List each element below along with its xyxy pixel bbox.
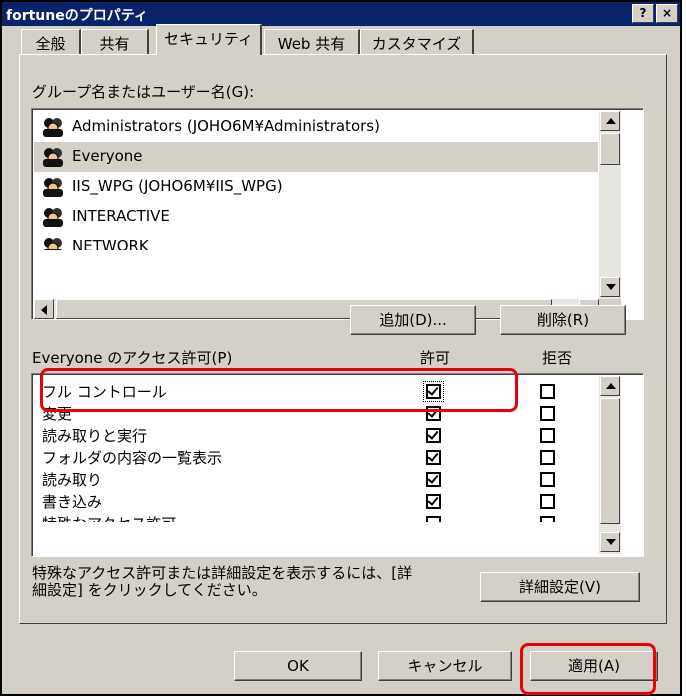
list-item[interactable]: NETWORK [34,232,598,250]
permission-row: 特殊なアクセス許可 [32,512,592,522]
arrow-down-icon [606,539,616,545]
list-item-label: IIS_WPG (JOHO6M¥IIS_WPG) [72,177,283,195]
allow-header: 許可 [420,349,451,367]
users-icon [43,208,63,227]
allow-checkbox[interactable] [426,494,441,509]
list-item-selected[interactable]: Everyone [34,142,598,172]
properties-dialog: fortuneのプロパティ ? × 全般 共有 セキュリティ Web 共有 カス… [0,0,682,696]
arrow-down-icon [606,284,616,290]
list-item[interactable]: Administrators (JOHO6M¥Administrators) [34,112,598,142]
users-icon [43,238,63,250]
arrow-left-icon [41,305,47,315]
users-icon [43,178,63,197]
list-item-label: Administrators (JOHO6M¥Administrators) [72,117,380,135]
list-item[interactable]: IIS_WPG (JOHO6M¥IIS_WPG) [34,172,598,202]
list-item[interactable]: INTERACTIVE [34,202,598,232]
scroll-down-button[interactable] [600,277,620,297]
permission-row: フォルダの内容の一覧表示 [32,446,592,468]
tab-customize[interactable]: カスタマイズ [360,29,474,55]
remove-button[interactable]: 削除(R) [500,305,626,335]
permissions-vscrollbar[interactable] [599,376,621,554]
title-bar[interactable]: fortuneのプロパティ ? × [2,2,680,26]
tab-sharing[interactable]: 共有 [81,29,149,55]
scroll-thumb[interactable] [600,398,620,524]
permission-row: 読み取り [32,468,592,490]
help-button[interactable]: ? [632,4,654,23]
permissions-label: Everyone のアクセス許可(P) [32,349,233,367]
close-button[interactable]: × [656,4,678,23]
deny-checkbox[interactable] [540,428,555,443]
highlight-full-control [40,368,518,412]
scroll-thumb[interactable] [600,133,620,165]
scroll-down-button[interactable] [600,532,620,552]
deny-checkbox[interactable] [540,516,555,522]
window-title: fortuneのプロパティ [6,8,148,24]
security-tab-panel: グループ名またはユーザー名(G): Administrators (JOHO6M… [19,54,667,624]
list-item-label: Everyone [72,147,143,165]
highlight-apply [520,643,656,695]
deny-checkbox[interactable] [540,406,555,421]
hscroll-thumb[interactable] [56,299,552,319]
allow-checkbox[interactable] [426,428,441,443]
permission-row: 読み取りと実行 [32,424,592,446]
cancel-button[interactable]: キャンセル [378,651,512,681]
help-icon: ? [639,6,647,20]
group-list-vscrollbar[interactable] [599,111,621,299]
arrow-up-icon [606,118,616,124]
close-icon: × [661,6,673,20]
arrow-up-icon [606,383,616,389]
add-button[interactable]: 追加(D)... [350,305,476,335]
ok-button[interactable]: OK [234,651,362,681]
advanced-button[interactable]: 詳細設定(V) [480,572,640,602]
deny-checkbox[interactable] [540,472,555,487]
list-item-label: INTERACTIVE [72,207,170,225]
tab-web-sharing[interactable]: Web 共有 [264,29,360,55]
allow-checkbox[interactable] [426,472,441,487]
scroll-up-button[interactable] [600,111,620,131]
deny-checkbox[interactable] [540,494,555,509]
list-item-label: NETWORK [72,237,149,250]
scroll-left-button[interactable] [34,299,54,319]
groups-label: グループ名またはユーザー名(G): [32,83,255,101]
tab-general[interactable]: 全般 [21,29,81,55]
tab-security[interactable]: セキュリティ [156,24,262,55]
users-icon [43,148,63,167]
advanced-hint-text: 特殊なアクセス許可または詳細設定を表示するには、[詳 細設定] をクリックしてく… [32,564,413,599]
deny-checkbox[interactable] [540,384,555,399]
permission-row: 書き込み [32,490,592,512]
users-icon [43,118,63,137]
allow-checkbox[interactable] [426,450,441,465]
deny-checkbox[interactable] [540,450,555,465]
group-user-list[interactable]: Administrators (JOHO6M¥Administrators) E… [31,108,644,320]
deny-header: 拒否 [542,349,573,367]
allow-checkbox[interactable] [426,516,441,522]
scroll-up-button[interactable] [600,376,620,396]
